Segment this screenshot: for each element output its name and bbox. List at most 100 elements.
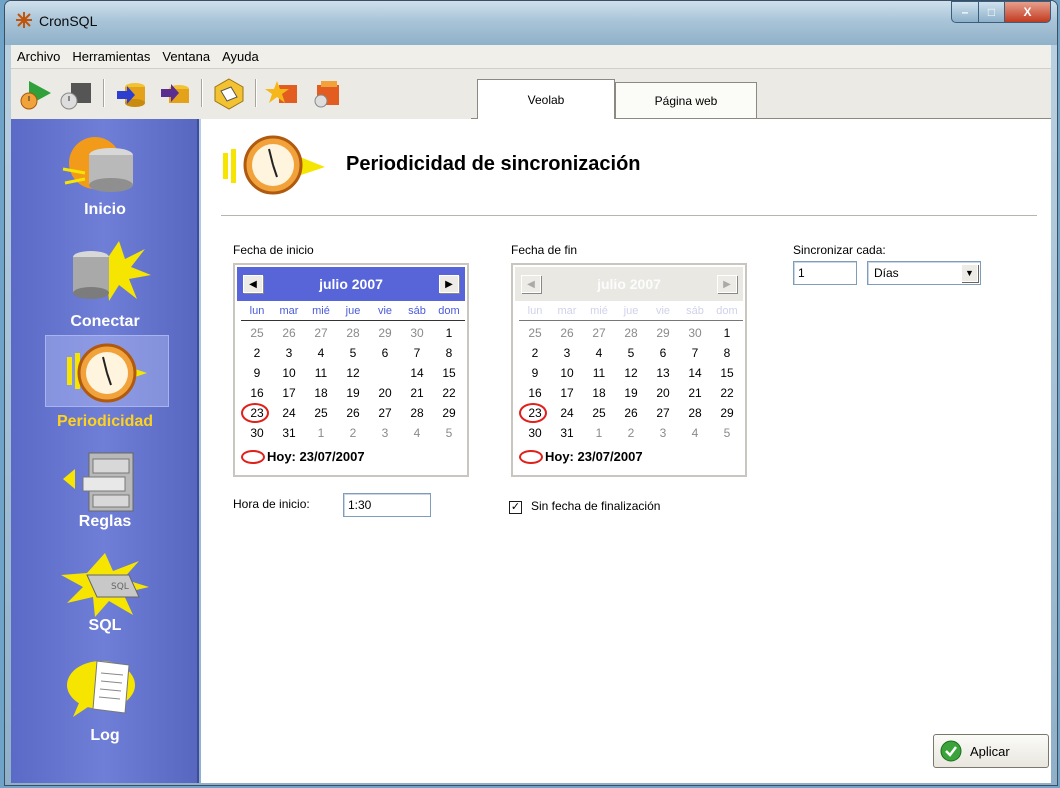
calendar-day[interactable]: 2	[337, 425, 369, 442]
calendar-day[interactable]: 10	[551, 365, 583, 382]
calendar-day[interactable]: 30	[241, 425, 273, 442]
calendar-day[interactable]: 25	[583, 405, 615, 422]
end-calendar[interactable]: ◀ julio 2007 ▶ lun mar mié jue vie sáb d…	[511, 263, 747, 477]
calendar-day[interactable]: 12	[337, 365, 369, 382]
calendar-day[interactable]: 17	[551, 385, 583, 402]
tab-veolab[interactable]: Veolab	[477, 79, 615, 119]
calendar-day[interactable]: 4	[401, 425, 433, 442]
calendar-day[interactable]: 31	[551, 425, 583, 442]
calendar-day[interactable]: 10	[273, 365, 305, 382]
calendar-day[interactable]: 12	[615, 365, 647, 382]
calendar-day[interactable]: 11	[583, 365, 615, 382]
menu-archivo[interactable]: Archivo	[11, 49, 66, 64]
calendar-day[interactable]: 18	[305, 385, 337, 402]
calendar-day[interactable]: 21	[679, 385, 711, 402]
calendar-day[interactable]: 24	[551, 405, 583, 422]
sync-unit-select[interactable]: Días ▼	[867, 261, 981, 285]
chevron-down-icon[interactable]: ▼	[961, 264, 978, 282]
calendar-day[interactable]: 25	[305, 405, 337, 422]
calendar-day[interactable]: 9	[519, 365, 551, 382]
calendar-day[interactable]: 3	[369, 425, 401, 442]
start-calendar[interactable]: ◀ julio 2007 ▶ lun mar mié jue vie sáb d…	[233, 263, 469, 477]
stop-schedule-icon[interactable]	[59, 77, 95, 111]
calendar-day[interactable]: 2	[615, 425, 647, 442]
calendar-day[interactable]: 26	[551, 325, 583, 342]
calendar-day[interactable]: 1	[711, 325, 743, 342]
today-link[interactable]: Hoy: 23/07/2007	[519, 449, 643, 464]
calendar-day[interactable]: 9	[241, 365, 273, 382]
calendar-day[interactable]: 26	[273, 325, 305, 342]
calendar-day[interactable]: 23	[519, 403, 551, 423]
calendar-day[interactable]: 16	[519, 385, 551, 402]
calendar-day[interactable]: 26	[337, 405, 369, 422]
menu-ayuda[interactable]: Ayuda	[216, 49, 265, 64]
calendar-day[interactable]: 22	[711, 385, 743, 402]
no-end-date-checkbox[interactable]: ✓	[509, 501, 522, 514]
tab-pagina-web[interactable]: Página web	[615, 82, 757, 119]
calendar-day[interactable]: 6	[647, 345, 679, 362]
calendar-day[interactable]: 4	[679, 425, 711, 442]
next-month-button[interactable]: ▶	[717, 275, 737, 293]
calendar-day[interactable]: 29	[369, 325, 401, 342]
calendar-day[interactable]: 23	[241, 403, 273, 423]
calendar-day[interactable]: 13	[647, 365, 679, 382]
calendar-day[interactable]: 22	[433, 385, 465, 402]
calendar-day[interactable]: 29	[433, 405, 465, 422]
maximize-button[interactable]: □	[979, 1, 1005, 23]
calendar-day[interactable]: 30	[679, 325, 711, 342]
nav-conectar[interactable]: Conectar	[11, 235, 199, 335]
calendar-day[interactable]: 25	[241, 325, 273, 342]
calendar-day[interactable]: 18	[583, 385, 615, 402]
calendar-day[interactable]: 19	[615, 385, 647, 402]
calendar-day[interactable]: 5	[337, 345, 369, 362]
next-month-button[interactable]: ▶	[439, 275, 459, 293]
today-link[interactable]: Hoy: 23/07/2007	[241, 449, 365, 464]
nav-sql[interactable]: SQL SQL	[11, 549, 199, 649]
calendar-day[interactable]: 20	[369, 385, 401, 402]
calendar-day[interactable]: 6	[369, 345, 401, 362]
calendar-day[interactable]: 1	[305, 425, 337, 442]
calendar-day[interactable]: 28	[615, 325, 647, 342]
export-database-icon[interactable]	[157, 77, 193, 111]
calendar-day[interactable]: 30	[519, 425, 551, 442]
close-button[interactable]: X	[1005, 1, 1051, 23]
calendar-day[interactable]: 2	[241, 345, 273, 362]
calendar-day[interactable]: 26	[615, 405, 647, 422]
calendar-day[interactable]: 30	[401, 325, 433, 342]
calendar-day[interactable]: 27	[583, 325, 615, 342]
start-time-input[interactable]: 1:30	[343, 493, 431, 517]
play-schedule-icon[interactable]	[19, 77, 55, 111]
calendar-day[interactable]: 14	[401, 365, 433, 382]
calendar-day[interactable]: 28	[679, 405, 711, 422]
calendar-day[interactable]: 19	[337, 385, 369, 402]
calendar-day[interactable]: 5	[615, 345, 647, 362]
nav-reglas[interactable]: Reglas	[11, 445, 199, 545]
menu-ventana[interactable]: Ventana	[156, 49, 216, 64]
menu-herramientas[interactable]: Herramientas	[66, 49, 156, 64]
calendar-day[interactable]: 27	[305, 325, 337, 342]
minimize-button[interactable]: –	[951, 1, 979, 23]
calendar-day[interactable]: 3	[551, 345, 583, 362]
apply-button[interactable]: Aplicar	[933, 734, 1049, 768]
calendar-day[interactable]: 25	[519, 325, 551, 342]
sync-interval-input[interactable]: 1	[793, 261, 857, 285]
calendar-day[interactable]: 4	[305, 345, 337, 362]
calendar-day[interactable]: 7	[679, 345, 711, 362]
calendar-day[interactable]: 3	[273, 345, 305, 362]
calendar-day[interactable]: 7	[401, 345, 433, 362]
calendar-day[interactable]: 8	[711, 345, 743, 362]
favorites-icon[interactable]	[265, 77, 301, 111]
nav-periodicidad[interactable]: Periodicidad	[11, 335, 199, 435]
calendar-day[interactable]: 27	[369, 405, 401, 422]
calendar-day[interactable]: 4	[583, 345, 615, 362]
calendar-day[interactable]: 21	[401, 385, 433, 402]
calendar-day[interactable]: 31	[273, 425, 305, 442]
calendar-day[interactable]: 27	[647, 405, 679, 422]
calendar-day[interactable]: 5	[711, 425, 743, 442]
calendar-day[interactable]: 1	[433, 325, 465, 342]
import-database-icon[interactable]	[113, 77, 149, 111]
calendar-day[interactable]: 28	[337, 325, 369, 342]
calendar-day[interactable]: 2	[519, 345, 551, 362]
calendar-day[interactable]: 5	[433, 425, 465, 442]
calendar-day[interactable]: 29	[711, 405, 743, 422]
